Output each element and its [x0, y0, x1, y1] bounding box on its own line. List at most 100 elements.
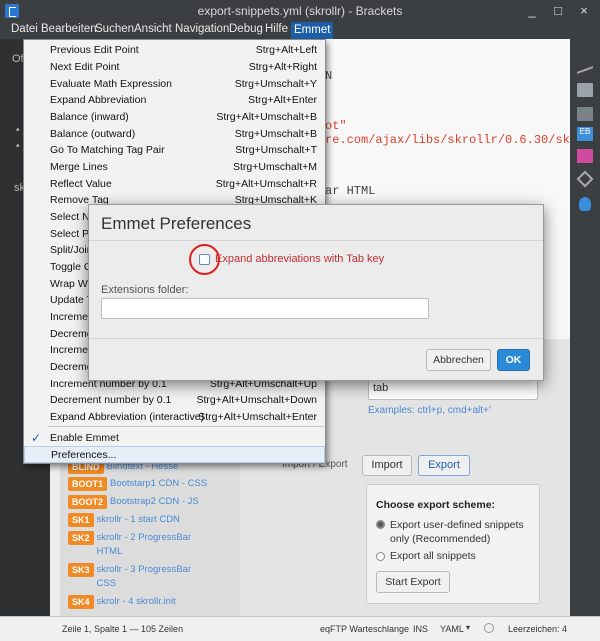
- menu-item[interactable]: Next Edit Point Strg+Alt+Right: [24, 59, 325, 76]
- menu-item-label: Go To Matching Tag Pair: [50, 144, 165, 156]
- menu-item-label: Merge Lines: [50, 161, 108, 173]
- extensions-folder-input[interactable]: [101, 298, 429, 319]
- expand-tab-checkbox[interactable]: [199, 254, 210, 265]
- expand-tab-label: Expand abbreviations with Tab key: [215, 253, 385, 265]
- start-export-button[interactable]: Start Export: [376, 571, 450, 593]
- menu-item[interactable]: Expand Abbreviation (interactive) Strg+Al…: [24, 409, 325, 426]
- extensions-folder-label: Extensions folder:: [101, 284, 189, 296]
- menu-ansicht[interactable]: Ansicht: [134, 23, 172, 35]
- menu-item[interactable]: Evaluate Math Expression Strg+Umschalt+Y: [24, 76, 325, 93]
- menu-bearbeiten[interactable]: Bearbeiten: [41, 23, 97, 35]
- title-bar: export-snippets.yml (skrollr) - Brackets…: [0, 0, 600, 22]
- menu-item[interactable]: Balance (outward) Strg+Umschalt+B: [24, 126, 325, 143]
- menu-item-label: Expand Abbreviation (interactive): [50, 411, 205, 423]
- option1-label: Export user-defined snippets only (Recom…: [390, 519, 524, 545]
- import-button[interactable]: Import: [362, 455, 412, 476]
- snippet-item[interactable]: SK3 skrollr - 3 ProgressBar CSS: [68, 563, 207, 591]
- option1-radio[interactable]: [376, 520, 385, 529]
- snippet-badge: SK1: [68, 513, 94, 527]
- language-select[interactable]: YAML: [440, 624, 464, 634]
- snippet-item[interactable]: BOOT1 Bootstarp1 CDN - CSS: [68, 477, 207, 491]
- export-scheme-box: Choose export scheme: Export user-define…: [366, 484, 540, 604]
- menu-item[interactable]: Previous Edit Point Strg+Alt+Left: [24, 42, 325, 59]
- menu-item-shortcut: Strg+Umschalt+M: [232, 161, 317, 173]
- indent-setting[interactable]: Leerzeichen: 4: [508, 624, 567, 634]
- right-toolbar: EB: [570, 39, 600, 616]
- ok-button[interactable]: OK: [497, 349, 530, 371]
- snippet-name: skrollr - 2 ProgressBar HTML: [96, 532, 192, 557]
- menu-item[interactable]: Balance (inward) Strg+Alt+Umschalt+B: [24, 109, 325, 126]
- menu-item-shortcut: Strg+Alt+Umschalt+R: [215, 178, 317, 190]
- ins-mode[interactable]: INS: [413, 624, 428, 634]
- minimize-button[interactable]: _: [523, 2, 541, 20]
- dialog-footer: Abbrechen OK: [89, 338, 543, 381]
- menu-item-enable-emmet[interactable]: ✓ Enable Emmet: [24, 430, 325, 447]
- maximize-button[interactable]: □: [549, 2, 567, 20]
- dialog-header: Emmet Preferences: [89, 205, 543, 241]
- menu-item[interactable]: Decrement number by 0.1 Strg+Alt+Umschalt…: [24, 392, 325, 409]
- menu-item-preferences[interactable]: Preferences...: [24, 446, 325, 463]
- menu-item-label: Balance (inward): [50, 111, 129, 123]
- snippet-item[interactable]: SK2 skrollr - 2 ProgressBar HTML: [68, 531, 207, 559]
- linter-icon[interactable]: [484, 623, 494, 633]
- menu-item[interactable]: Merge Lines Strg+Umschalt+M: [24, 159, 325, 176]
- menu-item-shortcut: Strg+Alt+Right: [248, 61, 317, 73]
- menu-item-label: Next Edit Point: [50, 61, 120, 73]
- snippet-name: Bootstrap2 CDN - JS: [110, 496, 199, 507]
- export-scheme-title: Choose export scheme:: [376, 499, 496, 511]
- dialog-title: Emmet Preferences: [101, 214, 252, 233]
- menu-suchen[interactable]: Suchen: [95, 23, 134, 35]
- menu-item-label: Reflect Value: [50, 178, 112, 190]
- option2-label: Export all snippets: [390, 550, 476, 562]
- snippet-badge: SK4: [68, 595, 94, 609]
- option2-radio[interactable]: [376, 552, 385, 561]
- menu-debug[interactable]: Debug: [229, 23, 263, 35]
- menu-item-shortcut: Strg+Alt+Umschalt+B: [216, 111, 317, 123]
- snippet-item[interactable]: BOOT2 Bootstrap2 CDN - JS: [68, 495, 199, 509]
- file-icon[interactable]: [577, 107, 593, 121]
- checkmark-icon: ✓: [31, 431, 42, 445]
- menu-item[interactable]: Expand Abbreviation Strg+Alt+Enter: [24, 92, 325, 109]
- code-line-2: ot": [325, 119, 347, 133]
- menu-item-shortcut: Strg+Alt+Enter: [248, 94, 317, 106]
- menu-datei[interactable]: Datei: [11, 23, 38, 35]
- window-title: export-snippets.yml (skrollr) - Brackets: [197, 4, 403, 18]
- menu-item-label: Preferences...: [51, 449, 117, 461]
- menu-item[interactable]: Reflect Value Strg+Alt+Umschalt+R: [24, 176, 325, 193]
- menu-hilfe[interactable]: Hilfe: [265, 23, 288, 35]
- code-line-4: ar HTML: [325, 184, 376, 198]
- snippet-name: Bootstarp1 CDN - CSS: [110, 478, 208, 489]
- menu-item-shortcut: Strg+Umschalt+T: [235, 144, 317, 156]
- snippet-item[interactable]: SK4 skrolr - 4 skrollr.init: [68, 595, 176, 609]
- eqftp-queue[interactable]: eqFTP Warteschlange: [320, 624, 409, 634]
- menu-item-label: Previous Edit Point: [50, 44, 139, 56]
- menu-item[interactable]: Go To Matching Tag Pair Strg+Umschalt+T: [24, 142, 325, 159]
- cursor-position: Zeile 1, Spalte 1 — 105 Zeilen: [62, 624, 184, 634]
- menu-item-shortcut: Strg+Alt+Umschalt+Enter: [198, 411, 317, 423]
- eb-icon[interactable]: EB: [577, 127, 593, 141]
- menu-item-shortcut: Strg+Alt+Left: [255, 44, 317, 56]
- code-line-3: re.com/ajax/libs/skrollr/0.6.30/skr: [325, 133, 578, 147]
- snippet-badge: SK3: [68, 563, 94, 577]
- menu-navigation[interactable]: Navigation: [175, 23, 229, 35]
- menu-emmet[interactable]: Emmet: [291, 22, 334, 39]
- menu-item-label: Enable Emmet: [50, 432, 119, 444]
- theme-icon[interactable]: [577, 149, 593, 163]
- shortcut-value: tab: [373, 382, 389, 394]
- extension-manager-icon[interactable]: [577, 83, 593, 97]
- cancel-button[interactable]: Abbrechen: [426, 349, 491, 371]
- snippet-name: skrolr - 4 skrollr.init: [96, 596, 176, 607]
- snippet-item[interactable]: SK1 skrollr - 1 start CDN: [68, 513, 180, 527]
- snippet-badge: BOOT1: [68, 477, 108, 491]
- export-button[interactable]: Export: [418, 455, 470, 476]
- live-preview-icon[interactable]: [577, 54, 593, 74]
- menu-item-shortcut: Strg+Umschalt+Y: [234, 78, 317, 90]
- bullet-2: •: [16, 141, 20, 152]
- emmet-preferences-dialog: Emmet Preferences Expand abbreviations w…: [88, 204, 544, 381]
- menu-item-label: Expand Abbreviation: [50, 94, 147, 106]
- menu-item-shortcut: Strg+Alt+Umschalt+Down: [196, 394, 317, 406]
- close-button[interactable]: ×: [575, 2, 593, 20]
- shortcut-examples: Examples: ctrl+p, cmd+alt+': [368, 405, 491, 416]
- layers-icon[interactable]: [576, 170, 594, 188]
- bulb-icon[interactable]: [579, 197, 591, 211]
